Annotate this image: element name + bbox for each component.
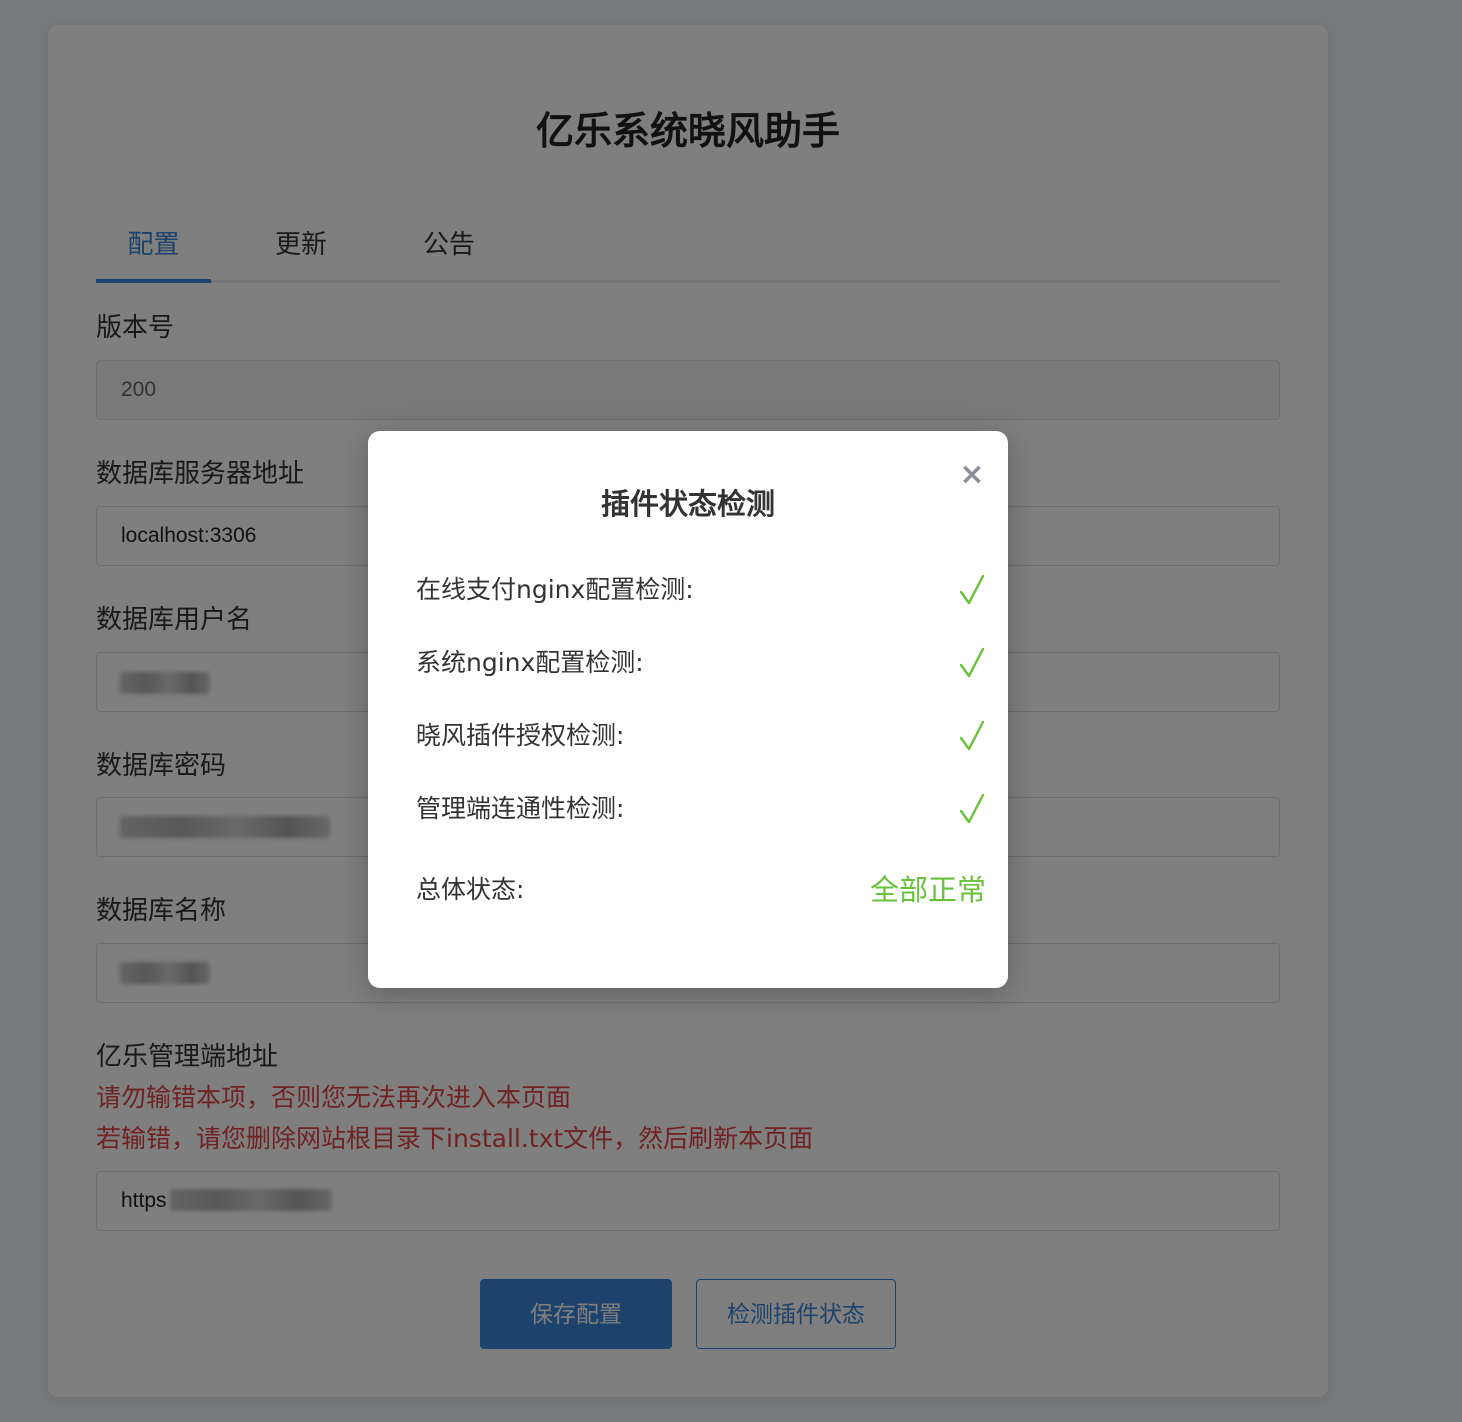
modal-title: 插件状态检测 (600, 487, 775, 521)
check-label: 管理端连通性检测: (416, 794, 625, 823)
plugin-status-modal: × 插件状态检测 在线支付nginx配置检测: 系统nginx配置检测: 晓风插… (368, 431, 1008, 988)
check-label: 系统nginx配置检测: (416, 648, 644, 677)
check-label: 晓风插件授权检测: (416, 721, 625, 750)
check-row: 管理端连通性检测: (416, 787, 986, 831)
overall-status-value: 全部正常 (869, 873, 986, 907)
check-row: 在线支付nginx配置检测: (416, 568, 986, 612)
check-icon (959, 793, 985, 824)
overall-status-label: 总体状态: (416, 875, 525, 904)
check-row: 系统nginx配置检测: (416, 641, 986, 685)
check-icon (959, 720, 985, 751)
check-label: 在线支付nginx配置检测: (416, 575, 694, 604)
check-icon (959, 574, 985, 605)
overall-status-row: 总体状态: 全部正常 (416, 865, 986, 915)
check-icon (959, 647, 985, 678)
page: 亿乐系统晓风助手 配置 更新 公告 版本号 数据库服务器地址 数据库用户名 数据… (0, 0, 1462, 1422)
check-row: 晓风插件授权检测: (416, 714, 986, 758)
